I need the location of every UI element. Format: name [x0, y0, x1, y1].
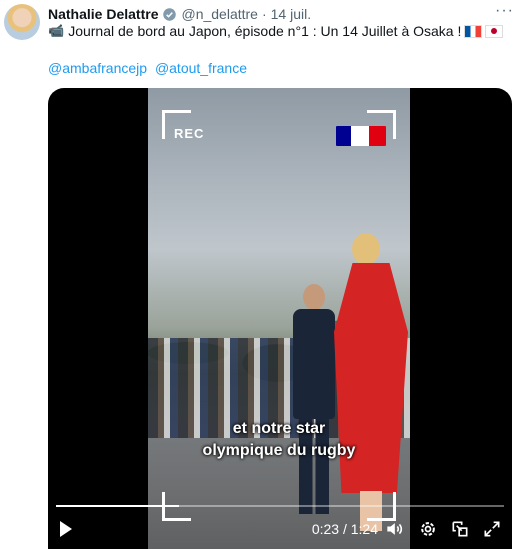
- progress-bar[interactable]: [56, 505, 504, 507]
- man-figure: [293, 284, 335, 524]
- mention-link[interactable]: @ambafrancejp: [48, 60, 147, 76]
- time-display: 0:23 / 1:24: [311, 521, 378, 537]
- video-caption: et notre star olympique du rugby: [148, 418, 410, 462]
- video-frame[interactable]: REC et notre star olympique du rugby: [148, 88, 410, 549]
- woman-figure: [334, 233, 408, 533]
- fullscreen-icon[interactable]: [482, 519, 502, 539]
- mention-link[interactable]: @atout_france: [155, 60, 247, 76]
- tweet-text: 📹 Journal de bord au Japon, épisode n°1 …: [48, 23, 504, 39]
- tweet-mentions: @ambafrancejp @atout_france: [48, 60, 251, 76]
- video-camera-icon: 📹: [48, 23, 65, 38]
- separator-dot: ·: [261, 6, 267, 22]
- settings-icon[interactable]: [418, 519, 438, 539]
- volume-icon[interactable]: [384, 519, 404, 539]
- caption-line: olympique du rugby: [202, 442, 356, 459]
- author-avatar[interactable]: [4, 4, 40, 40]
- france-flag-icon: [464, 24, 483, 38]
- author-handle[interactable]: @n_delattre: [181, 6, 257, 22]
- play-icon[interactable]: [60, 521, 72, 537]
- tweet-header: Nathalie Delattre @n_delattre · 14 juil.: [48, 4, 510, 24]
- video-controls: 0:23 / 1:24: [48, 509, 512, 549]
- pip-icon[interactable]: [450, 519, 470, 539]
- caption-line: et notre star: [232, 420, 326, 437]
- more-icon[interactable]: ···: [495, 2, 514, 20]
- verified-badge-icon: [163, 7, 177, 21]
- tweet-date[interactable]: 14 juil.: [271, 6, 311, 22]
- government-logo: [336, 126, 386, 146]
- author-name[interactable]: Nathalie Delattre: [48, 6, 158, 22]
- progress-fill: [56, 505, 179, 507]
- tweet-text-body: Journal de bord au Japon, épisode n°1 : …: [68, 23, 462, 39]
- japan-flag-icon: [485, 24, 504, 38]
- video-player[interactable]: REC et notre star olympique du rugby 0:2…: [48, 88, 512, 549]
- rec-label: REC: [174, 126, 205, 141]
